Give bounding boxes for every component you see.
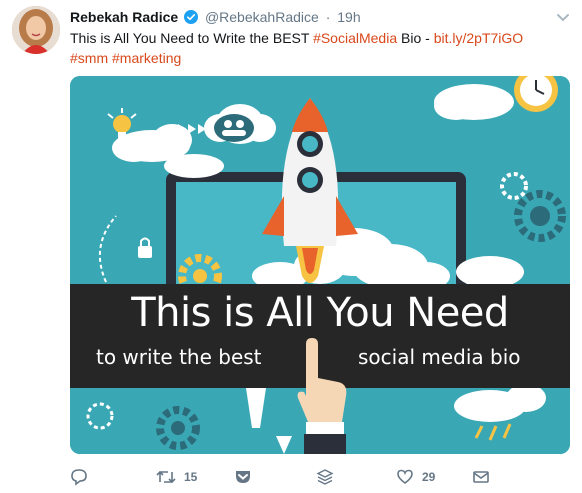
- tweet-timestamp[interactable]: 19h: [337, 9, 360, 25]
- avatar[interactable]: [12, 6, 60, 54]
- buffer-stack-icon: [316, 469, 334, 485]
- hashtag-socialmedia[interactable]: #SocialMedia: [313, 30, 397, 46]
- hashtag-marketing[interactable]: #marketing: [112, 50, 181, 66]
- author-name[interactable]: Rebekah Radice: [70, 9, 178, 25]
- tweet-actions: 15 29: [70, 466, 570, 488]
- tweet-card: Rebekah Radice @RebekahRadice · 19h This…: [0, 0, 582, 493]
- author-handle[interactable]: @RebekahRadice: [205, 9, 319, 25]
- retweet-button[interactable]: 15: [156, 466, 197, 488]
- pointing-hand-icon: [292, 338, 352, 454]
- media-title: This is All You Need: [131, 290, 509, 336]
- tweet-text-lead: This is All You Need to Write the BEST: [70, 30, 314, 46]
- reply-button[interactable]: [70, 466, 88, 488]
- heart-icon: [397, 469, 413, 484]
- tweet-link[interactable]: bit.ly/2pT7iGO: [434, 30, 523, 46]
- pocket-button[interactable]: [234, 466, 252, 488]
- retweet-icon: [156, 470, 176, 484]
- chevron-down-icon[interactable]: [556, 10, 570, 22]
- hashtag-smm[interactable]: #smm: [70, 50, 108, 66]
- like-button[interactable]: 29: [396, 466, 435, 488]
- pocket-icon: [236, 471, 250, 483]
- tweet-text: This is All You Need to Write the BEST #…: [70, 28, 570, 68]
- tweet-header: Rebekah Radice @RebekahRadice · 19h: [70, 8, 361, 26]
- tweet-text-mid: Bio -: [397, 30, 434, 46]
- direct-message-button[interactable]: [472, 466, 490, 488]
- reply-icon: [71, 469, 87, 486]
- tweet-media-image[interactable]: This is All You Need to write the best s…: [70, 76, 570, 454]
- verified-badge-icon: [184, 10, 199, 24]
- media-subtitle-right: social media bio: [358, 345, 521, 369]
- like-count: 29: [422, 470, 436, 484]
- media-subtitle-left: to write the best: [96, 345, 262, 369]
- header-separator: ·: [325, 9, 331, 25]
- retweet-count: 15: [184, 470, 198, 484]
- cloud-people-icon: [214, 114, 254, 142]
- buffer-button[interactable]: [316, 466, 334, 488]
- avatar-photo-icon: [12, 6, 60, 54]
- envelope-icon: [473, 471, 489, 483]
